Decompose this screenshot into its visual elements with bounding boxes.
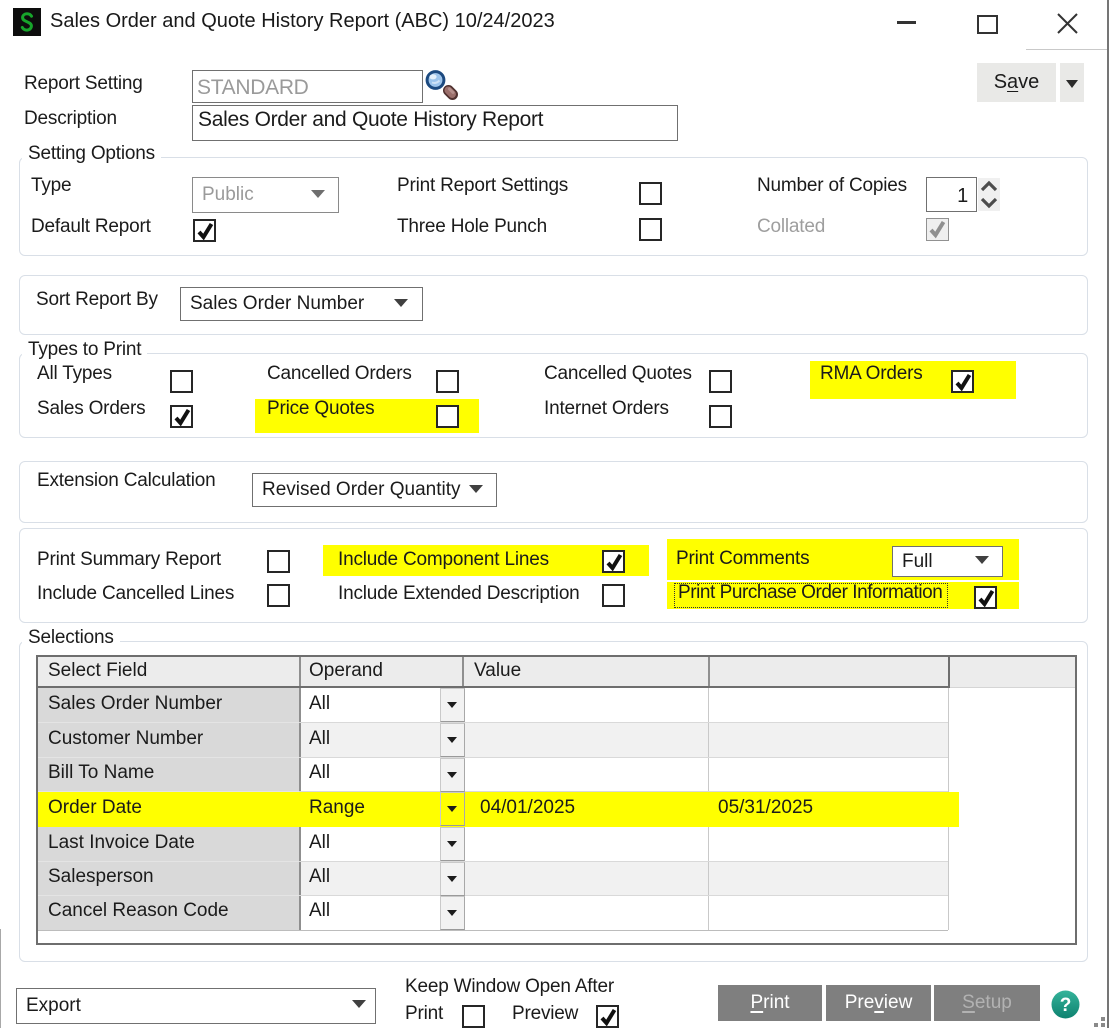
svg-text:?: ? xyxy=(1060,995,1072,1016)
